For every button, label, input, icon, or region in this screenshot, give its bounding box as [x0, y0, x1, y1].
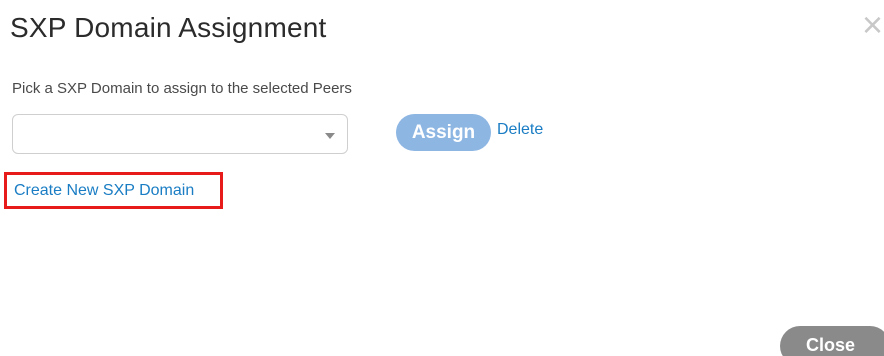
delete-link[interactable]: Delete	[497, 121, 543, 139]
close-button[interactable]: Close	[780, 326, 884, 356]
sxp-domain-assignment-dialog: SXP Domain Assignment × Pick a SXP Domai…	[0, 0, 884, 356]
dialog-title: SXP Domain Assignment	[10, 12, 327, 43]
domain-prompt-label: Pick a SXP Domain to assign to the selec…	[12, 80, 352, 97]
sxp-domain-select[interactable]	[12, 114, 348, 154]
close-icon[interactable]: ×	[862, 10, 884, 40]
assign-button[interactable]: Assign	[396, 114, 491, 151]
create-new-sxp-domain-link[interactable]: Create New SXP Domain	[4, 172, 223, 209]
chevron-down-icon	[325, 133, 335, 139]
